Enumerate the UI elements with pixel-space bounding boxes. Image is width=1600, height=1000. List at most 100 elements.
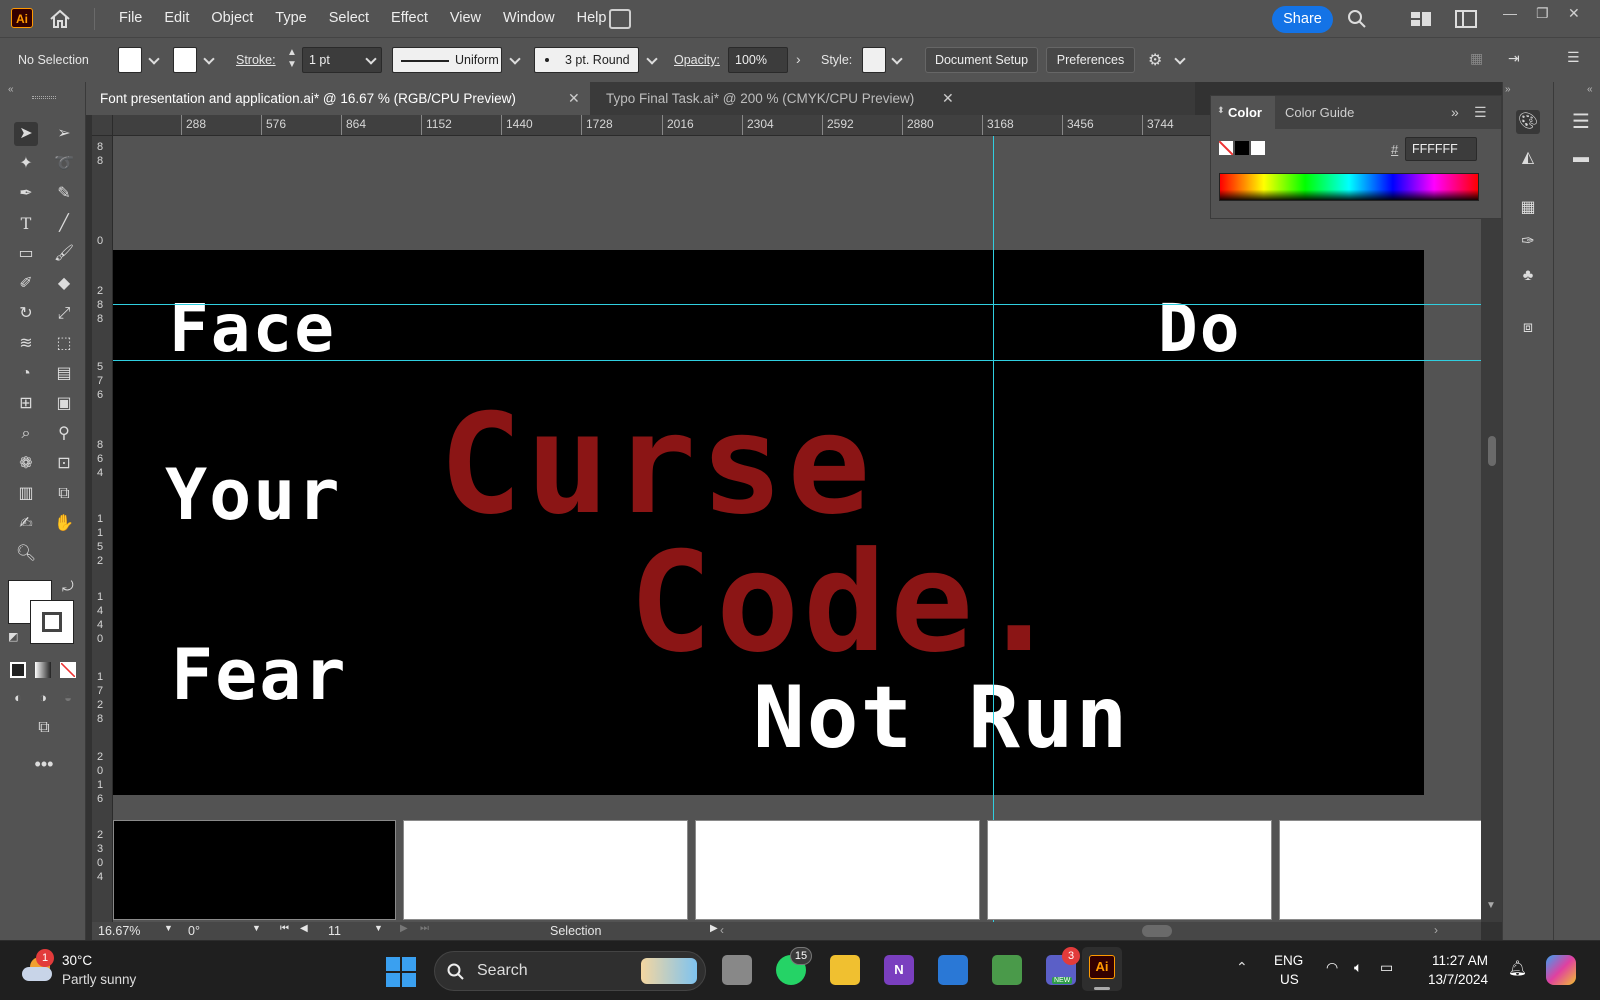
document-setup-button[interactable]: Document Setup xyxy=(925,47,1038,73)
start-icon[interactable] xyxy=(386,957,416,987)
none-swatch[interactable] xyxy=(1219,141,1233,155)
menu-edit[interactable]: Edit xyxy=(153,0,200,37)
menu-type[interactable]: Type xyxy=(264,0,317,37)
menu-window[interactable]: Window xyxy=(492,0,566,37)
eyedropper-tool-icon[interactable]: ⌕ xyxy=(14,422,38,446)
line-tool-icon[interactable]: ╱ xyxy=(52,212,76,236)
hex-input[interactable]: FFFFFF xyxy=(1405,137,1477,161)
brushes-panel-icon[interactable]: ✑ xyxy=(1516,230,1540,254)
word-fear[interactable]: Fear xyxy=(171,634,348,716)
color-panel-icon[interactable]: 🎨︎ xyxy=(1516,110,1540,134)
close-window-button[interactable]: ✕ xyxy=(1568,5,1580,22)
show-hidden-icons[interactable]: ⌃ xyxy=(1236,959,1248,976)
clock-time[interactable]: 11:27 AM xyxy=(1432,953,1488,968)
lasso-tool-icon[interactable]: ➰ xyxy=(52,152,76,176)
taskbar-search[interactable]: Search xyxy=(434,951,706,991)
first-artboard-icon[interactable]: ⏮ xyxy=(280,923,289,934)
wifi-icon[interactable]: ◠ xyxy=(1326,959,1338,976)
illustrator-logo[interactable]: Ai xyxy=(11,8,33,28)
control-menu-icon[interactable]: ☰ xyxy=(1567,49,1580,66)
artboard-thumbnail[interactable] xyxy=(1279,820,1481,920)
horizontal-scrollbar[interactable]: ‹ › xyxy=(712,922,1447,940)
quick-actions-dropdown-icon[interactable] xyxy=(1174,53,1186,65)
style-swatch[interactable] xyxy=(862,47,886,73)
vertical-ruler[interactable]: 8 8 0 2 8 8 5 7 6 8 6 4 1 1 5 2 1 4 4 0 … xyxy=(92,136,113,922)
rotation-value[interactable]: 0° xyxy=(188,924,200,938)
default-colors-icon[interactable]: ◩ xyxy=(8,630,18,643)
selection-tool-icon[interactable]: ➤ xyxy=(14,122,38,146)
menu-file[interactable]: File xyxy=(108,0,153,37)
fill-swatch[interactable] xyxy=(118,47,142,73)
volume-icon[interactable]: 🔈︎ xyxy=(1354,959,1362,976)
collapse-panel-icon[interactable]: « xyxy=(8,84,14,95)
gradient-mode-icon[interactable] xyxy=(35,662,51,678)
rotate-tool-icon[interactable]: ↻ xyxy=(14,302,38,326)
panel-grip[interactable] xyxy=(32,96,56,99)
word-do[interactable]: Do xyxy=(1158,290,1241,367)
artboard-thumbnail[interactable] xyxy=(987,820,1272,920)
stroke-label[interactable]: Stroke: xyxy=(236,53,276,67)
brush-dropdown-icon[interactable] xyxy=(646,53,658,65)
word-code[interactable]: Code. xyxy=(629,522,1064,683)
task-view-icon[interactable] xyxy=(722,955,752,985)
shaper-tool-icon[interactable]: ✐ xyxy=(14,272,38,296)
weather-description[interactable]: Partly sunny xyxy=(62,972,136,987)
type-tool-icon[interactable]: T xyxy=(14,212,38,236)
gradient-panel-icon[interactable]: ▬ xyxy=(1569,146,1593,170)
rotation-dropdown-icon[interactable]: ▼ xyxy=(252,923,261,933)
clock-date[interactable]: 13/7/2024 xyxy=(1428,972,1488,987)
word-face[interactable]: Face xyxy=(169,290,336,367)
pen-tool-icon[interactable]: ✒ xyxy=(14,182,38,206)
align-icon[interactable]: ▦ xyxy=(1470,50,1483,67)
swap-colors-icon[interactable]: ⤾ xyxy=(62,578,74,595)
quick-actions-icon[interactable]: ⚙ xyxy=(1148,50,1162,70)
scale-tool-icon[interactable]: ⤢ xyxy=(52,302,76,326)
mesh-tool-icon[interactable]: ⊞ xyxy=(14,392,38,416)
panel-layout-icon[interactable] xyxy=(1455,10,1477,28)
draw-inside-icon[interactable]: ◒ xyxy=(56,686,80,710)
tab-typo-final-task[interactable]: Typo Final Task.ai* @ 200 % (CMYK/CPU Pr… xyxy=(592,82,958,115)
stroke-profile-select[interactable]: Uniform xyxy=(392,47,502,73)
menu-view[interactable]: View xyxy=(439,0,492,37)
last-artboard-icon[interactable]: ⏭ xyxy=(420,923,429,934)
stroke-color-swatch[interactable] xyxy=(30,600,74,644)
perspective-grid-tool-icon[interactable]: ▤ xyxy=(52,362,76,386)
paint-icon[interactable] xyxy=(992,955,1022,985)
guide-horizontal[interactable] xyxy=(113,360,1481,361)
rectangle-tool-icon[interactable]: ▭ xyxy=(14,242,38,266)
vertical-scrollbar[interactable]: ▼ xyxy=(1481,136,1502,922)
artboard-thumbnail[interactable] xyxy=(695,820,980,920)
artboard-thumbnail[interactable] xyxy=(113,820,396,920)
direct-selection-tool-icon[interactable]: ➢ xyxy=(52,122,76,146)
guide-horizontal[interactable] xyxy=(113,304,1481,305)
word-not-run[interactable]: Not Run xyxy=(753,668,1129,768)
search-icon[interactable] xyxy=(1347,9,1367,29)
minimize-button[interactable]: — xyxy=(1503,5,1517,21)
fill-dropdown-icon[interactable] xyxy=(148,53,160,65)
guide-vertical[interactable] xyxy=(993,136,994,922)
slice-tool-icon[interactable]: ⧉ xyxy=(52,482,76,506)
draw-normal-icon[interactable]: ◐ xyxy=(6,686,30,710)
scroll-down-icon[interactable]: ▼ xyxy=(1486,900,1496,911)
menu-object[interactable]: Object xyxy=(200,0,264,37)
notifications-icon[interactable]: 🔔︎ xyxy=(1508,959,1527,977)
swatches-panel-icon[interactable]: ▦ xyxy=(1516,196,1540,220)
tab-font-presentation[interactable]: Font presentation and application.ai* @ … xyxy=(86,82,590,115)
black-swatch[interactable] xyxy=(1235,141,1249,155)
opacity-label[interactable]: Opacity: xyxy=(674,53,720,67)
hand-tool-icon[interactable]: ✋ xyxy=(52,512,76,536)
arrange-documents-icon[interactable] xyxy=(609,9,631,29)
transparency-panel-icon[interactable]: ⧈ xyxy=(1516,316,1540,340)
style-dropdown-icon[interactable] xyxy=(891,53,903,65)
onenote-icon[interactable]: N xyxy=(884,955,914,985)
tab-color-guide[interactable]: Color Guide xyxy=(1285,96,1354,129)
microsoft-store-icon[interactable] xyxy=(938,955,968,985)
battery-icon[interactable]: ▭ xyxy=(1380,959,1393,976)
weather-icon[interactable]: 1 xyxy=(22,949,54,983)
file-explorer-icon[interactable] xyxy=(830,955,860,985)
artboard-tool-icon[interactable]: ⊡ xyxy=(52,452,76,476)
illustrator-taskbar-button[interactable]: Ai xyxy=(1082,947,1122,991)
edit-toolbar-icon[interactable]: ••• xyxy=(32,752,56,776)
share-button[interactable]: Share xyxy=(1272,6,1333,33)
graph-tool-icon[interactable]: ▥ xyxy=(14,482,38,506)
